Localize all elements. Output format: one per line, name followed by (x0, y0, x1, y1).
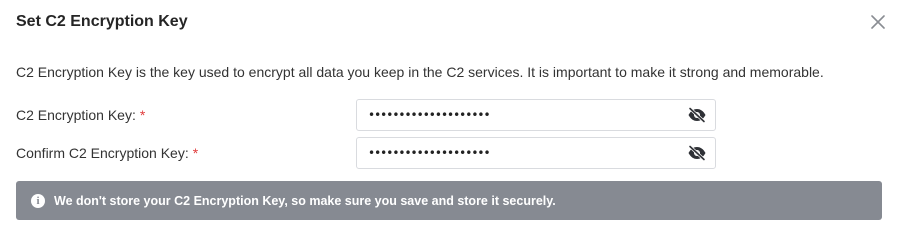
toggle-visibility-button[interactable] (687, 144, 707, 162)
eye-slash-icon (688, 145, 706, 161)
confirm-encryption-key-row: Confirm C2 Encryption Key: * (16, 137, 716, 169)
encryption-key-row: C2 Encryption Key: * (16, 99, 716, 131)
encryption-key-input[interactable] (357, 100, 677, 130)
confirm-encryption-key-input[interactable] (357, 138, 677, 168)
encryption-key-field (356, 99, 716, 131)
close-button[interactable] (868, 12, 888, 32)
close-icon (871, 15, 885, 29)
required-marker: * (192, 145, 199, 161)
encryption-key-label: C2 Encryption Key: * (16, 106, 145, 124)
security-notice: i We don't store your C2 Encryption Key,… (16, 181, 882, 220)
encryption-key-label-text: C2 Encryption Key: (16, 107, 136, 123)
required-marker: * (139, 107, 146, 123)
info-icon: i (31, 194, 45, 208)
notice-text: We don't store your C2 Encryption Key, s… (54, 194, 556, 208)
confirm-encryption-key-field (356, 137, 716, 169)
confirm-encryption-key-label: Confirm C2 Encryption Key: * (16, 144, 198, 162)
confirm-encryption-key-label-text: Confirm C2 Encryption Key: (16, 145, 189, 161)
toggle-visibility-button[interactable] (687, 106, 707, 124)
dialog-title: Set C2 Encryption Key (16, 13, 188, 30)
encryption-key-dialog: Set C2 Encryption Key C2 Encryption Key … (0, 0, 897, 246)
dialog-description: C2 Encryption Key is the key used to enc… (16, 64, 824, 80)
eye-slash-icon (688, 107, 706, 123)
